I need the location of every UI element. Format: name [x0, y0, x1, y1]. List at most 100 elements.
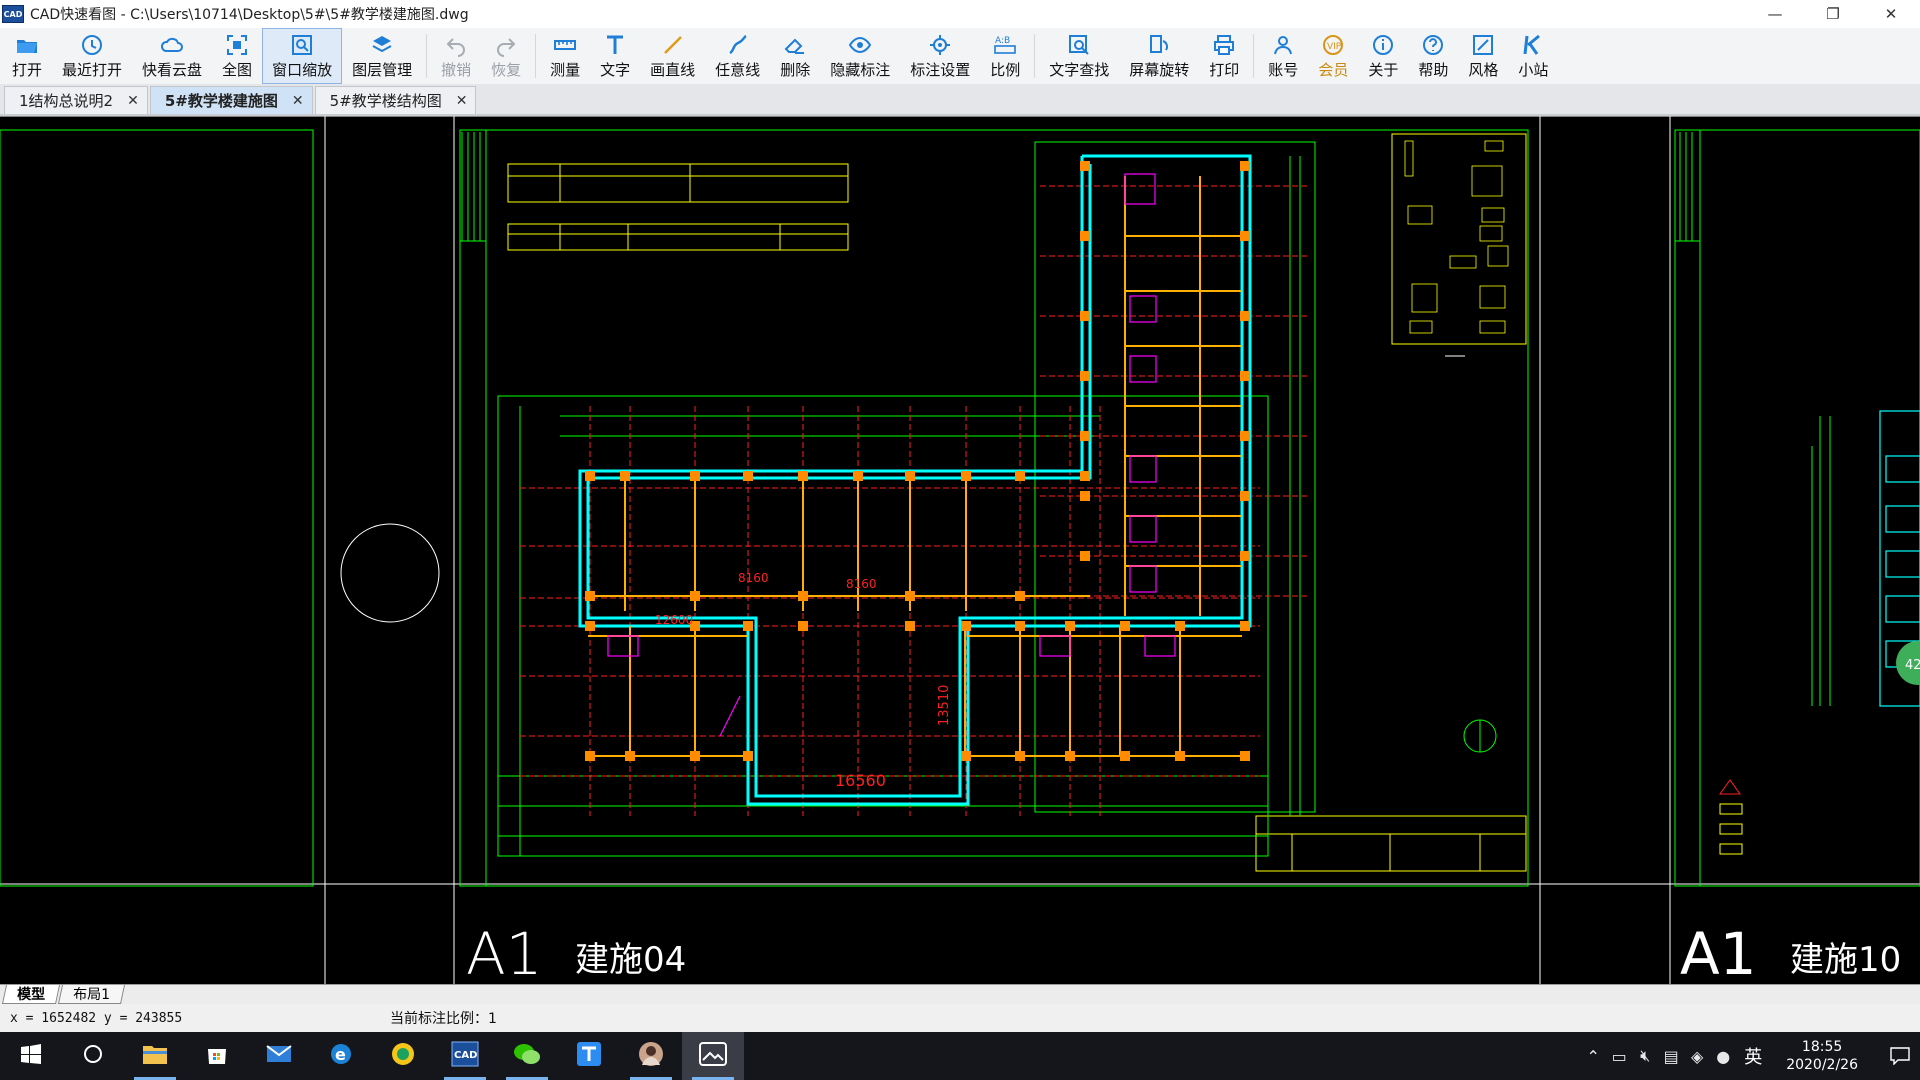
toolbar-button-text[interactable]: 文字 — [590, 28, 640, 84]
info-icon — [1371, 33, 1395, 57]
column-marker — [1080, 371, 1090, 381]
svg-text:VIP: VIP — [1327, 42, 1342, 52]
file-explorer-icon — [142, 1043, 168, 1069]
status-bar: x = 1652482 y = 243855 当前标注比例：1 — [0, 1004, 1920, 1032]
maximize-button[interactable]: ❐ — [1804, 0, 1862, 28]
line-icon — [661, 33, 685, 57]
toolbar-button-rotate-screen[interactable]: 屏幕旋转 — [1119, 28, 1199, 84]
document-tab[interactable]: 1结构总说明2 ✕ — [4, 86, 148, 114]
document-tab[interactable]: 5#教学楼建施图 ✕ — [149, 86, 313, 114]
user-icon — [1271, 33, 1295, 57]
toolbar-button-style[interactable]: 风格 — [1458, 28, 1508, 84]
toolbar-button-user[interactable]: 账号 — [1258, 28, 1308, 84]
close-tab-icon[interactable]: ✕ — [292, 93, 304, 109]
toolbar-button-vip[interactable]: VIP 会员 — [1308, 28, 1358, 84]
toolbar-button-label: 文字查找 — [1049, 60, 1110, 79]
taskbar-cad-viewer[interactable]: CAD — [434, 1032, 496, 1080]
taskbar-wechat[interactable] — [496, 1032, 558, 1080]
column-marker — [1240, 311, 1250, 321]
toolbar-button-measure[interactable]: 测量 — [540, 28, 590, 84]
toolbar-button-printer[interactable]: 打印 — [1199, 28, 1249, 84]
toolbar-button-recent-clock[interactable]: 最近打开 — [52, 28, 132, 84]
taskbar-mail[interactable] — [248, 1032, 310, 1080]
toolbar-button-help[interactable]: 帮助 — [1408, 28, 1458, 84]
toolbar-button-cloud[interactable]: 快看云盘 — [132, 28, 212, 84]
eraser-icon — [783, 33, 807, 57]
column-marker — [1015, 471, 1025, 481]
taskbar-search-circle[interactable] — [62, 1032, 124, 1080]
toolbar-button-k-station[interactable]: 小站 — [1508, 28, 1558, 84]
close-tab-icon[interactable]: ✕ — [127, 93, 139, 109]
toolbar-button-redo[interactable]: 恢复 — [481, 28, 531, 84]
toolbar-button-undo[interactable]: 撤销 — [431, 28, 481, 84]
taskbar-photos[interactable] — [682, 1032, 744, 1080]
battery-icon[interactable]: ▭ — [1606, 1032, 1632, 1080]
drawing-canvas[interactable]: 42 8160 8160 16560 12600 13510 A1 建施04 A… — [0, 116, 1920, 984]
notification-center-icon[interactable] — [1880, 1032, 1920, 1080]
layout-tab[interactable]: 模型 — [1, 985, 61, 1004]
mail-icon — [266, 1044, 292, 1068]
column-marker — [905, 621, 915, 631]
taskbar-edge[interactable]: e — [310, 1032, 372, 1080]
toolbar-button-folder-open[interactable]: 打开 — [2, 28, 52, 84]
column-marker — [1080, 311, 1090, 321]
edge-icon: e — [329, 1042, 353, 1070]
cad-drawing[interactable]: 42 8160 8160 16560 12600 13510 A1 建施04 A… — [0, 116, 1920, 984]
window-title: CAD快速看图 - C:\Users\10714\Desktop\5#\5#教学… — [30, 7, 469, 23]
toolbar-button-freehand[interactable]: 任意线 — [705, 28, 770, 84]
column-marker — [1240, 431, 1250, 441]
input-method-indicator[interactable]: 英 — [1744, 1043, 1762, 1069]
toolbar-button-eraser[interactable]: 删除 — [770, 28, 820, 84]
column-marker — [620, 471, 630, 481]
toolbar-button-markup-settings[interactable]: 标注设置 — [900, 28, 980, 84]
photos-icon — [699, 1042, 727, 1070]
column-marker — [1080, 471, 1090, 481]
folder-open-icon — [15, 33, 39, 57]
column-marker — [1080, 231, 1090, 241]
windows-start-icon — [21, 1044, 41, 1068]
column-marker — [1080, 551, 1090, 561]
text-search-icon — [1067, 33, 1091, 57]
taskbar-windows-start[interactable] — [0, 1032, 62, 1080]
document-tab[interactable]: 5#教学楼结构图 ✕ — [314, 86, 477, 114]
volume-muted-icon[interactable]: 🔇︎ — [1632, 1032, 1658, 1080]
toolbar-button-label: 删除 — [780, 60, 811, 79]
column-marker — [1015, 751, 1025, 761]
column-marker — [905, 591, 915, 601]
wechat-tray-icon[interactable]: ● — [1710, 1032, 1736, 1080]
sheet-number-label: 建施04 — [575, 940, 686, 980]
taskbar-browser[interactable] — [372, 1032, 434, 1080]
column-marker — [798, 471, 808, 481]
column-marker — [1175, 751, 1185, 761]
toolbar-button-scale[interactable]: A:B 比例 — [980, 28, 1030, 84]
column-marker — [961, 621, 971, 631]
toolbar-button-eye[interactable]: 隐藏标注 — [820, 28, 900, 84]
taskbar-store[interactable] — [186, 1032, 248, 1080]
toolbar-button-label: 会员 — [1318, 60, 1349, 79]
column-marker — [1240, 751, 1250, 761]
toolbar-button-label: 全图 — [222, 60, 253, 79]
t-app-icon — [576, 1041, 602, 1071]
toolbar-button-window-zoom[interactable]: 窗口缩放 — [262, 28, 343, 84]
toolbar-button-label: 快看云盘 — [142, 60, 203, 79]
tray-app-icon[interactable]: ◈ — [1684, 1032, 1710, 1080]
minimize-button[interactable]: — — [1746, 0, 1804, 28]
avatar-app-icon — [638, 1041, 664, 1071]
toolbar-button-layers[interactable]: 图层管理 — [342, 28, 422, 84]
system-tray: ⌃ ▭ 🔇︎ ▤ ◈ ● 英 18:55 2020/2/26 — [1580, 1032, 1920, 1080]
close-tab-icon[interactable]: ✕ — [456, 93, 468, 109]
taskbar-file-explorer[interactable] — [124, 1032, 186, 1080]
taskbar-avatar-app[interactable] — [620, 1032, 682, 1080]
network-icon[interactable]: ▤ — [1658, 1032, 1684, 1080]
toolbar-button-fit-all[interactable]: 全图 — [212, 28, 262, 84]
clock[interactable]: 18:55 2020/2/26 — [1786, 1038, 1858, 1074]
show-hidden-icons[interactable]: ⌃ — [1580, 1032, 1606, 1080]
toolbar-button-text-search[interactable]: 文字查找 — [1039, 28, 1119, 84]
toolbar-button-info[interactable]: 关于 — [1358, 28, 1408, 84]
close-window-button[interactable]: ✕ — [1862, 0, 1920, 28]
taskbar-t-app[interactable] — [558, 1032, 620, 1080]
toolbar-separator — [1253, 34, 1255, 78]
toolbar-button-line[interactable]: 画直线 — [640, 28, 705, 84]
toolbar-button-label: 风格 — [1468, 60, 1499, 79]
layout-tab[interactable]: 布局1 — [57, 985, 125, 1004]
